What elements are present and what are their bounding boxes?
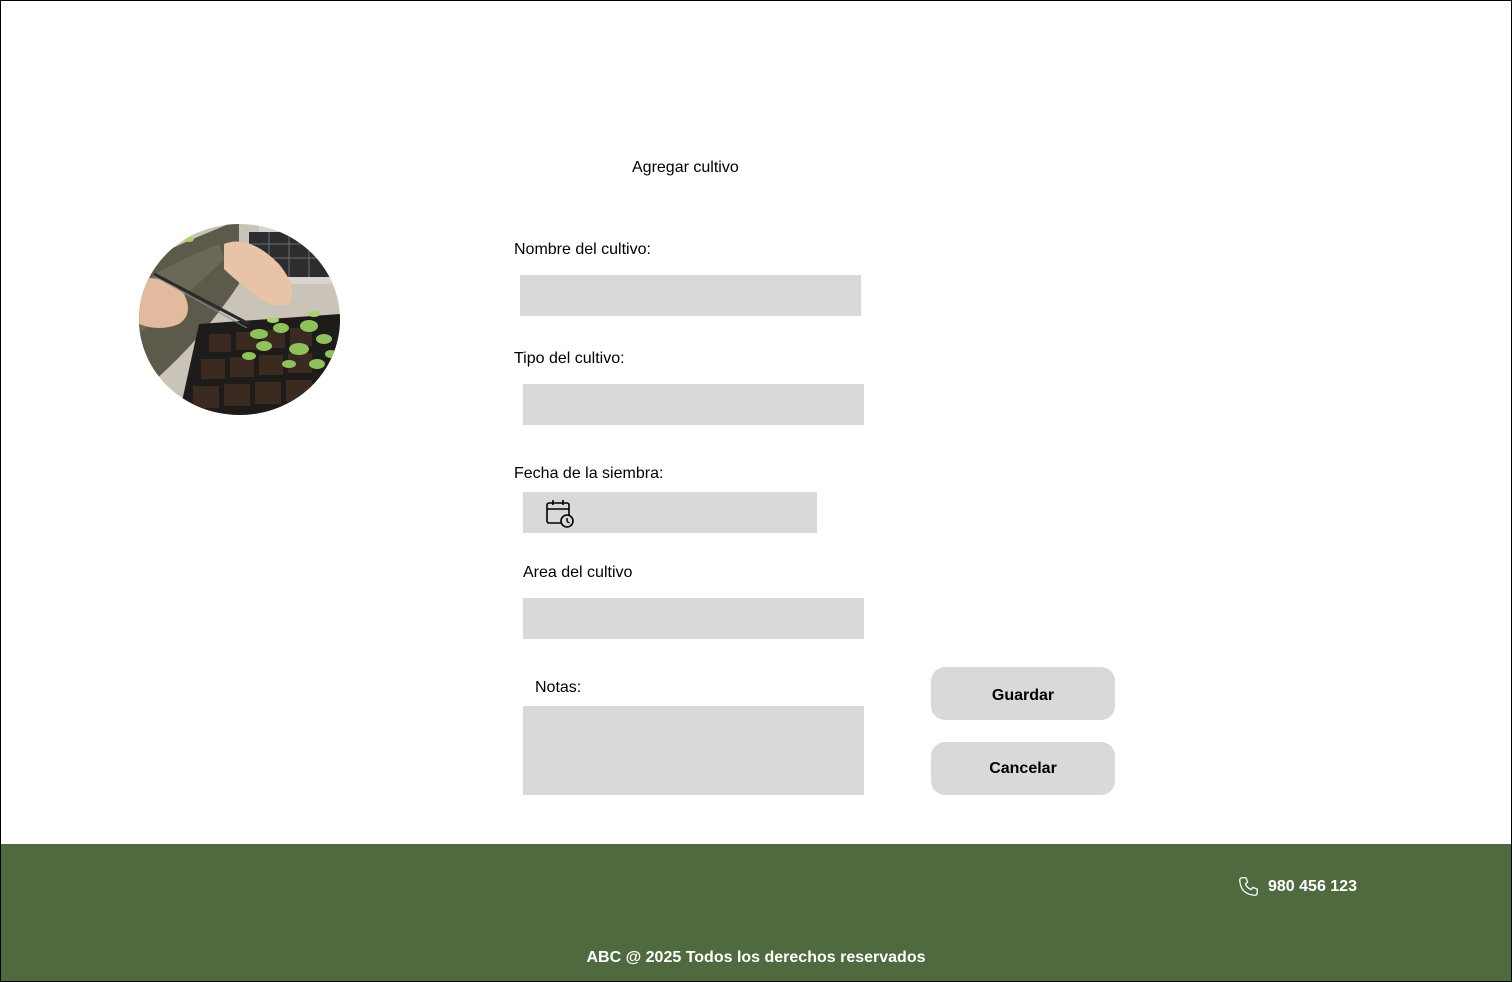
notes-textarea[interactable]	[523, 706, 864, 795]
footer-phone: 980 456 123	[1238, 876, 1357, 897]
sowing-date-input[interactable]	[583, 492, 817, 535]
add-crop-page: Agregar cultivo Nombre del cultivo: Tipo…	[0, 0, 1512, 982]
notes-label: Notas:	[535, 679, 582, 696]
calendar-clock-icon[interactable]	[545, 498, 575, 528]
crop-area-input[interactable]	[523, 598, 864, 639]
crop-name-label: Nombre del cultivo:	[514, 241, 651, 258]
sowing-date-label: Fecha de la siembra:	[514, 465, 664, 482]
save-button[interactable]: Guardar	[931, 667, 1115, 720]
seedling-tray-image	[139, 224, 340, 415]
phone-icon	[1239, 877, 1258, 896]
crop-name-input[interactable]	[520, 275, 861, 316]
cancel-button[interactable]: Cancelar	[931, 742, 1115, 795]
page-title: Agregar cultivo	[632, 159, 739, 176]
crop-photo	[139, 224, 340, 415]
crop-type-label: Tipo del cultivo:	[514, 350, 625, 367]
sowing-date-field[interactable]	[523, 492, 817, 535]
copyright-text: ABC @ 2025 Todos los derechos reservados	[586, 949, 926, 966]
phone-number: 980 456 123	[1268, 877, 1357, 895]
crop-area-label: Area del cultivo	[523, 564, 633, 581]
footer: 980 456 123 ABC @ 2025 Todos los derecho…	[1, 844, 1511, 981]
crop-type-input[interactable]	[523, 384, 864, 425]
